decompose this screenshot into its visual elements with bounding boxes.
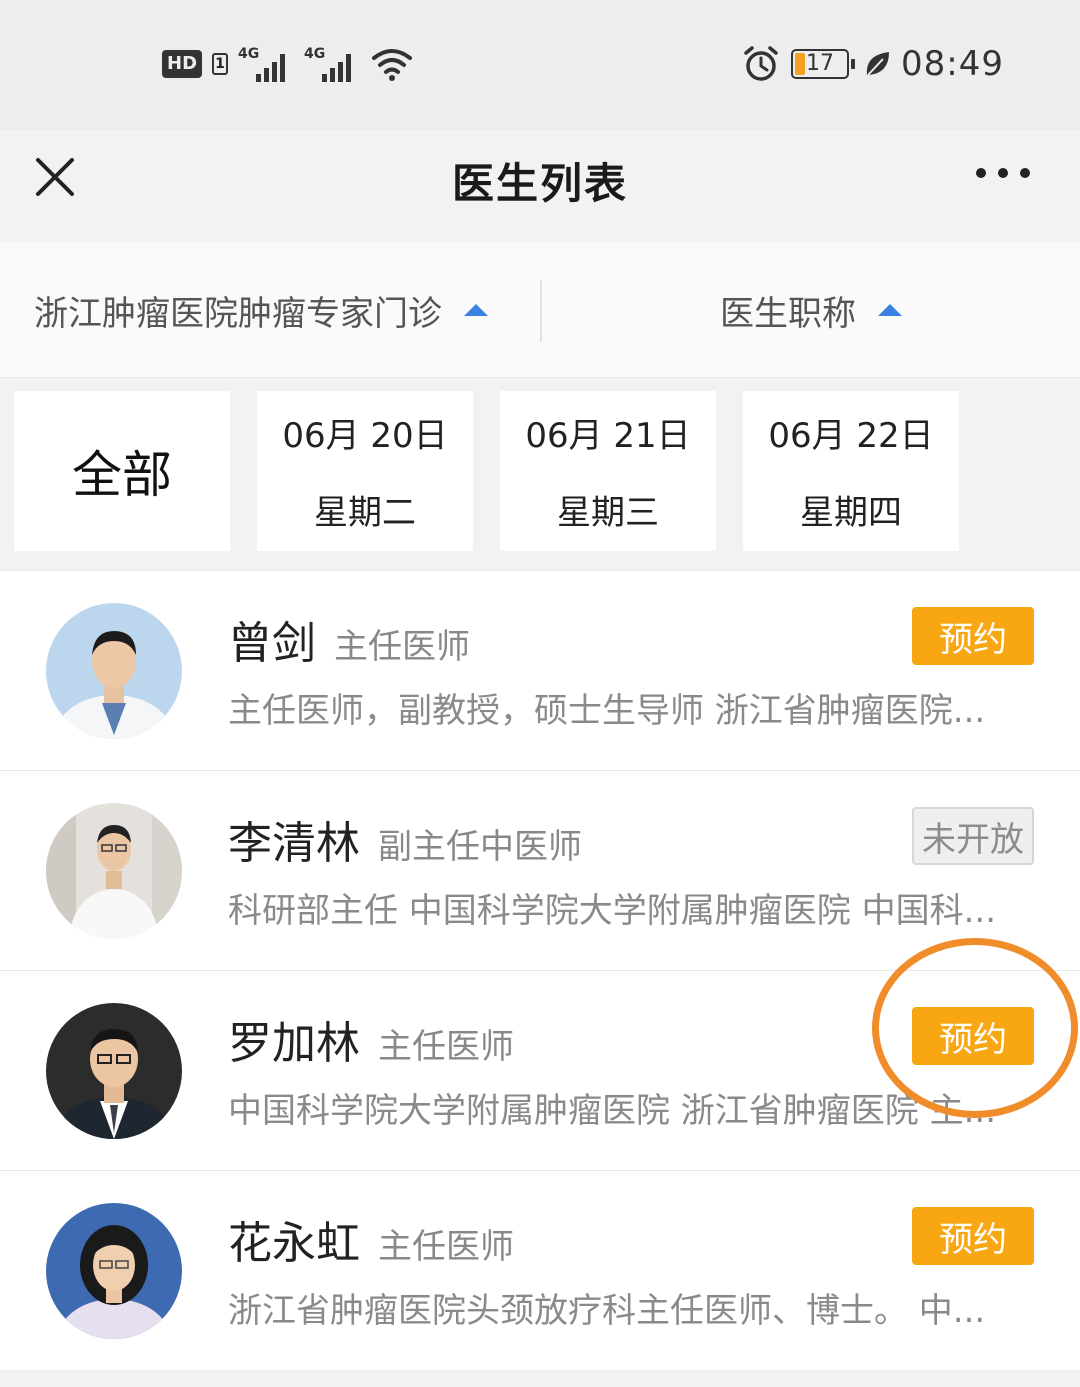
- doctor-avatar: [46, 1003, 182, 1139]
- weekday-label: 星期三: [557, 493, 659, 533]
- alarm-icon: [744, 46, 778, 81]
- battery-icon: 17: [791, 49, 856, 79]
- doctor-row[interactable]: 罗加林 主任医师 中国科学院大学附属肿瘤医院 浙江省肿瘤医院 主... 预约: [0, 970, 1080, 1170]
- doctor-name: 李清林: [228, 818, 360, 869]
- department-filter-label: 浙江肿瘤医院肿瘤专家门诊: [34, 293, 442, 334]
- book-button[interactable]: 预约: [912, 607, 1034, 665]
- clock: 08:49: [901, 44, 1004, 84]
- doctor-title: 副主任中医师: [378, 827, 582, 867]
- book-button[interactable]: 预约: [912, 1207, 1034, 1265]
- doctor-name: 罗加林: [228, 1018, 360, 1069]
- weekday-label: 星期二: [314, 493, 416, 533]
- doctor-description: 浙江省肿瘤医院头颈放疗科主任医师、博士。 中...: [228, 1291, 986, 1331]
- date-tab-all[interactable]: 全部: [14, 391, 230, 551]
- doctor-description: 科研部主任 中国科学院大学附属肿瘤医院 中国科...: [228, 891, 997, 931]
- doctor-title: 主任医师: [378, 1227, 514, 1267]
- doctor-name-line: 罗加林 主任医师: [228, 1007, 514, 1071]
- triangle-up-icon: [878, 304, 902, 316]
- date-tab[interactable]: 06月 20日 星期二: [257, 391, 473, 551]
- status-bar: HD 1 4G 4G 17 08:49: [0, 0, 1080, 130]
- doctor-name-line: 花永虹 主任医师: [228, 1207, 514, 1271]
- date-tab-all-label: 全部: [72, 446, 172, 504]
- doctor-avatar: [46, 803, 182, 939]
- doctor-name: 曾剑: [228, 618, 316, 669]
- doctor-title: 主任医师: [378, 1027, 514, 1067]
- date-label: 06月 20日: [282, 416, 448, 456]
- battery-level: 17: [806, 51, 835, 76]
- book-button[interactable]: 预约: [912, 1007, 1034, 1065]
- doctor-title: 主任医师: [334, 627, 470, 667]
- not-open-button[interactable]: 未开放: [912, 807, 1034, 865]
- sim-badge: 1: [212, 53, 229, 75]
- filter-divider: [540, 280, 542, 342]
- doctor-list: 曾剑 主任医师 主任医师，副教授，硕士生导师 浙江省肿瘤医院... 预约 李清林…: [0, 570, 1080, 1370]
- doctor-avatar: [46, 1203, 182, 1339]
- doctor-row[interactable]: 李清林 副主任中医师 科研部主任 中国科学院大学附属肿瘤医院 中国科... 未开…: [0, 770, 1080, 970]
- cell-signal-icon-2: 4G: [304, 46, 360, 82]
- date-selector: 全部 06月 20日 星期二 06月 21日 星期三 06月 22日 星期四: [0, 379, 1080, 569]
- leaf-icon: [866, 52, 890, 76]
- doctor-avatar: [46, 603, 182, 739]
- date-tab[interactable]: 06月 22日 星期四: [743, 391, 959, 551]
- triangle-up-icon: [464, 304, 488, 316]
- doctor-row[interactable]: 曾剑 主任医师 主任医师，副教授，硕士生导师 浙江省肿瘤医院... 预约: [0, 570, 1080, 770]
- doctor-name-line: 曾剑 主任医师: [228, 607, 470, 671]
- filter-bar: 浙江肿瘤医院肿瘤专家门诊 医生职称: [0, 242, 1080, 378]
- doctor-name-line: 李清林 副主任中医师: [228, 807, 582, 871]
- cell-signal-icon: 4G: [238, 46, 294, 82]
- department-filter[interactable]: 浙江肿瘤医院肿瘤专家门诊: [34, 242, 488, 378]
- date-tab[interactable]: 06月 21日 星期三: [500, 391, 716, 551]
- date-label: 06月 21日: [525, 416, 691, 456]
- doctor-name: 花永虹: [228, 1218, 360, 1269]
- doctor-description: 中国科学院大学附属肿瘤医院 浙江省肿瘤医院 主...: [228, 1091, 997, 1131]
- status-right: 17 08:49: [741, 44, 1004, 84]
- doctor-title-filter[interactable]: 医生职称: [720, 242, 902, 378]
- doctor-row[interactable]: 花永虹 主任医师 浙江省肿瘤医院头颈放疗科主任医师、博士。 中... 预约: [0, 1170, 1080, 1370]
- date-label: 06月 22日: [768, 416, 934, 456]
- doctor-title-filter-label: 医生职称: [720, 293, 856, 334]
- page-title: 医生列表: [451, 159, 628, 208]
- doctor-description: 主任医师，副教授，硕士生导师 浙江省肿瘤医院...: [228, 691, 986, 731]
- wifi-icon: [372, 49, 413, 81]
- status-left: HD 1 4G 4G: [162, 46, 414, 82]
- more-icon[interactable]: [976, 168, 1030, 178]
- weekday-label: 星期四: [800, 493, 902, 533]
- hd-badge: HD: [162, 50, 203, 78]
